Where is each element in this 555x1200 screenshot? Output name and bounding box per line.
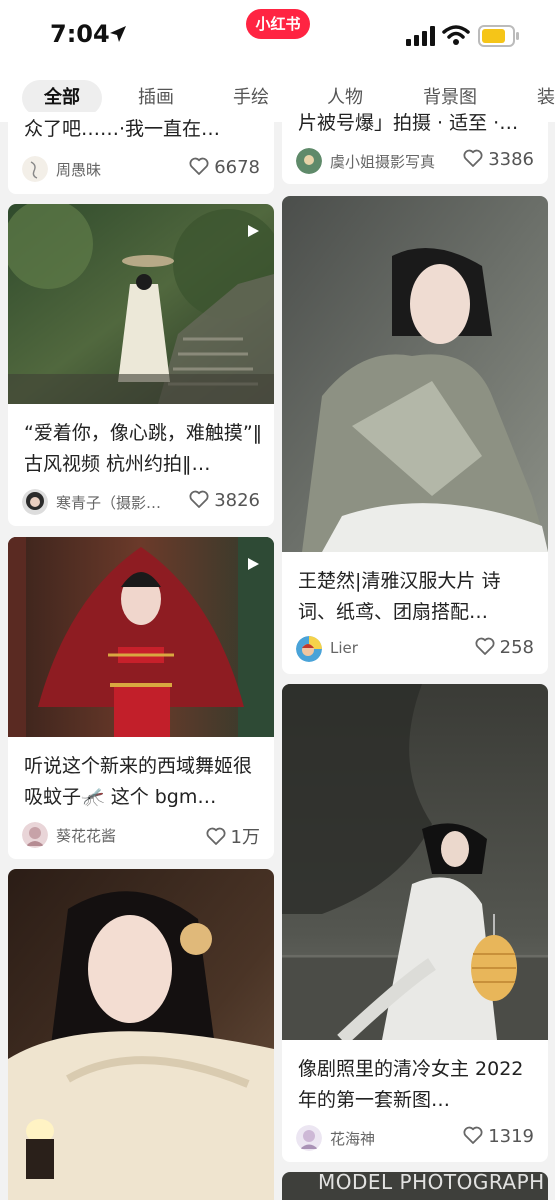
play-icon — [248, 225, 259, 237]
app-logo: 小红书 — [246, 9, 310, 39]
like-button[interactable]: 1319 — [463, 1126, 534, 1147]
location-arrow-icon — [110, 26, 126, 42]
like-count: 1319 — [488, 1126, 534, 1147]
like-count: 3826 — [214, 490, 260, 511]
tab-people[interactable]: 人物 — [327, 80, 363, 116]
heart-icon — [463, 149, 483, 167]
status-time: 7:04 — [50, 20, 110, 48]
card-title: 像剧照里的清冷女主 2022年的第一套新图… — [298, 1058, 524, 1111]
card-meta: 花海神 1319 — [296, 1123, 534, 1153]
battery-icon — [478, 25, 519, 47]
card-title: 听说这个新来的西域舞姬很吸蚊子🦟 这个 bgm… — [24, 755, 253, 808]
watermark-text: MODEL PHOTOGRAPH — [318, 1170, 545, 1194]
tab-hand-drawn[interactable]: 手绘 — [233, 80, 269, 116]
feed-card[interactable]: “爱着你，像心跳，难触摸”‖古风视频 杭州约拍‖… 寒青子（摄影… 3826 — [8, 204, 274, 526]
author-name: 花海神 — [330, 1130, 376, 1148]
card-image — [282, 684, 548, 1040]
like-count: 3386 — [488, 149, 534, 170]
play-icon — [248, 558, 259, 570]
feed-card[interactable] — [8, 869, 274, 1200]
heart-icon — [475, 637, 495, 655]
avatar — [22, 489, 48, 515]
feed-card[interactable]: 片被号爆」拍摄 · 适至 ·… 虞小姐摄影写真 3386 — [282, 112, 548, 184]
tab-all[interactable]: 全部 — [22, 80, 102, 116]
like-button[interactable]: 6678 — [189, 157, 260, 178]
like-count: 1万 — [230, 827, 260, 848]
tab-more[interactable]: 装 — [537, 80, 555, 116]
card-title: “爱着你，像心跳，难触摸”‖古风视频 杭州约拍‖… — [24, 422, 263, 475]
like-count: 6678 — [214, 157, 260, 178]
feed-card[interactable]: 王楚然|清雅汉服大片 诗词、纸鸢、团扇搭配… Lier 258 — [282, 196, 548, 674]
card-image — [8, 537, 274, 737]
card-title: 片被号爆」拍摄 · 适至 ·… — [298, 112, 519, 134]
card-image — [8, 204, 274, 404]
avatar — [22, 156, 48, 182]
card-image — [282, 196, 548, 552]
like-button[interactable]: 3826 — [189, 490, 260, 511]
tab-backgrounds[interactable]: 背景图 — [423, 80, 477, 116]
heart-icon — [189, 157, 209, 175]
author-name: 葵花花酱 — [56, 827, 117, 845]
like-count: 258 — [499, 637, 534, 658]
card-meta: 葵花花酱 1万 — [22, 820, 260, 850]
author-name: Lier — [330, 639, 358, 657]
avatar — [296, 1125, 322, 1151]
avatar — [296, 636, 322, 662]
author-name: 寒青子（摄影… — [56, 494, 162, 512]
like-button[interactable]: 1万 — [206, 823, 260, 849]
feed-card[interactable]: 众了吧……·我一直在… 周愚昧 6678 — [8, 112, 274, 194]
heart-icon — [189, 490, 209, 508]
author-name: 虞小姐摄影写真 — [330, 153, 436, 171]
card-title: 众了吧……·我一直在… — [24, 118, 221, 140]
heart-icon — [463, 1126, 483, 1144]
card-image — [8, 869, 274, 1200]
feed-card[interactable]: 听说这个新来的西域舞姬很吸蚊子🦟 这个 bgm… 葵花花酱 1万 — [8, 537, 274, 859]
like-button[interactable]: 258 — [475, 637, 534, 658]
cellular-signal-icon — [406, 26, 435, 46]
card-meta: 寒青子（摄影… 3826 — [22, 487, 260, 517]
avatar — [22, 822, 48, 848]
feed-card[interactable]: 像剧照里的清冷女主 2022年的第一套新图… 花海神 1319 — [282, 684, 548, 1162]
card-title: 王楚然|清雅汉服大片 诗词、纸鸢、团扇搭配… — [298, 570, 501, 623]
card-meta: 周愚昧 6678 — [22, 154, 260, 184]
avatar — [296, 148, 322, 174]
heart-icon — [206, 827, 226, 845]
status-bar: 7:04 小红书 — [0, 0, 555, 72]
card-meta: Lier 258 — [296, 634, 534, 664]
author-name: 周愚昧 — [56, 161, 102, 179]
card-meta: 虞小姐摄影写真 3386 — [296, 146, 534, 176]
wifi-icon — [442, 25, 470, 45]
tab-illustration[interactable]: 插画 — [138, 80, 174, 116]
like-button[interactable]: 3386 — [463, 149, 534, 170]
